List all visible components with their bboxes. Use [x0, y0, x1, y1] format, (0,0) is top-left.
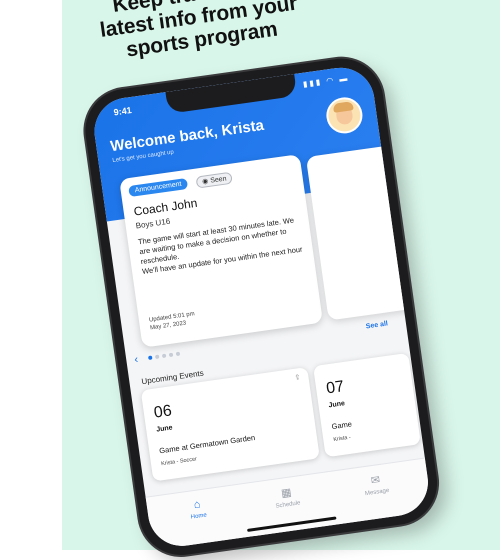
carousel-dot[interactable] [147, 355, 153, 361]
tab-schedule[interactable]: ▦ Schedule [256, 482, 318, 512]
announcement-badge: Announcement [128, 177, 189, 198]
event-title: Game [330, 419, 353, 432]
event-card[interactable]: 07 June Game Krista - [313, 352, 421, 458]
event-day: 06 [152, 402, 173, 422]
event-month: June [328, 400, 346, 410]
carousel-dots [147, 351, 181, 361]
event-meta: Krista - Soccer [160, 456, 198, 468]
coach-name: Coach John [132, 195, 199, 219]
event-month: June [155, 424, 174, 434]
eye-icon: ◉ [201, 178, 209, 186]
avatar[interactable] [324, 95, 365, 136]
announcement-card[interactable]: Announcement ◉Seen Coach John Boys U16 T… [119, 154, 324, 348]
tab-message-label: Message [364, 487, 390, 498]
calendar-icon: ▦ [280, 486, 293, 500]
carousel-dot[interactable] [161, 353, 167, 359]
tab-schedule-label: Schedule [275, 500, 301, 510]
share-icon[interactable]: ⇪ [294, 373, 301, 382]
tab-message[interactable]: ✉ Message [345, 470, 407, 500]
tab-home-label: Home [190, 512, 208, 521]
event-title: Game at Germatown Garden [158, 433, 256, 456]
carousel-dot[interactable] [154, 354, 160, 360]
phone-scene: 9:41 ▮▮▮ ◠ ▬ Welcome back, Krista Let's … [80, 53, 443, 560]
event-day: 07 [325, 378, 346, 398]
seen-label: Seen [209, 175, 228, 185]
tab-home[interactable]: ⌂ Home [167, 495, 229, 524]
event-meta: Krista - [333, 434, 352, 444]
event-card[interactable]: ⇪ 06 June Game at Germatown Garden Krist… [140, 367, 320, 482]
updated-info: Updated 5:01 pm May 27, 2023 [149, 310, 197, 332]
chevron-left-icon[interactable]: ‹ [134, 354, 139, 366]
carousel-dot[interactable] [175, 351, 181, 357]
message-icon: ✉ [370, 474, 381, 488]
welcome-title: Welcome back, Krista [109, 116, 265, 156]
see-all-link[interactable]: See all [365, 320, 388, 330]
team-name: Boys U16 [135, 216, 171, 231]
home-icon: ⌂ [193, 498, 202, 512]
status-icons: ▮▮▮ ◠ ▬ [302, 73, 350, 89]
carousel-dot[interactable] [168, 352, 174, 358]
phone-screen: 9:41 ▮▮▮ ◠ ▬ Welcome back, Krista Let's … [90, 63, 433, 551]
status-time: 9:41 [113, 105, 133, 118]
seen-badge: ◉Seen [195, 171, 234, 189]
